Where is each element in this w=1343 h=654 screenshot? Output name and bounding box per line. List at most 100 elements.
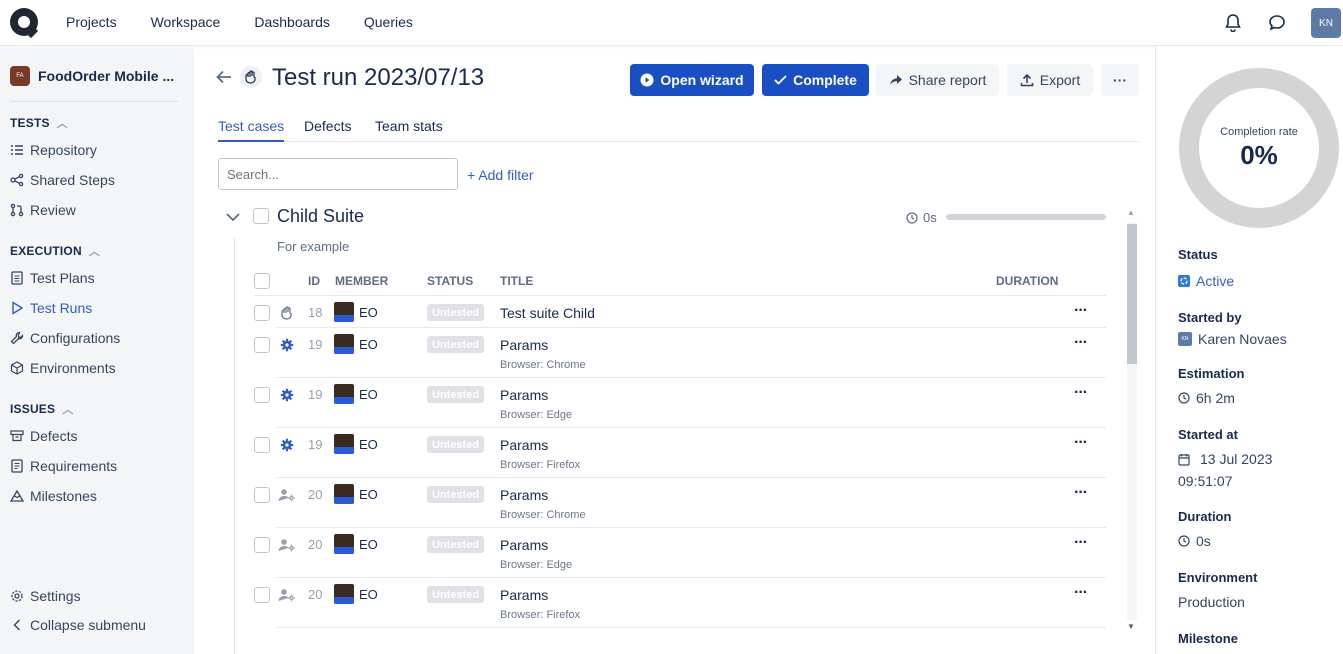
upload-icon xyxy=(1020,73,1034,87)
open-wizard-button[interactable]: Open wizard xyxy=(630,64,754,96)
tab-test-cases[interactable]: Test cases xyxy=(218,118,285,142)
row-more-button[interactable]: ··· xyxy=(1074,434,1088,452)
nav-workspace[interactable]: Workspace xyxy=(151,14,221,30)
member-initials: EO xyxy=(359,437,378,452)
suite-progress-bar xyxy=(946,214,1106,220)
sidebar-item-settings[interactable]: Settings xyxy=(10,588,81,604)
completion-donut: Completion rate 0% xyxy=(1179,68,1339,228)
table-row[interactable]: 20 EO Untested Params Browser: Firefox ··· xyxy=(254,578,1106,628)
table-row[interactable]: 20 EO Untested Params Browser: Chrome ··· xyxy=(254,478,1106,528)
case-title[interactable]: Params xyxy=(500,587,548,603)
row-more-button[interactable]: ··· xyxy=(1074,384,1088,402)
section-execution[interactable]: EXECUTION ︿ xyxy=(10,243,100,259)
gear-icon xyxy=(277,386,297,404)
sidebar-item-milestones[interactable]: Milestones xyxy=(10,488,97,504)
chevron-down-icon[interactable] xyxy=(226,209,240,225)
case-id: 20 xyxy=(308,587,323,602)
table-row[interactable]: 18 EO Untested Test suite Child ··· xyxy=(254,296,1106,328)
scroll-down-icon[interactable]: ▼ xyxy=(1127,622,1135,631)
header-status[interactable]: STATUS xyxy=(427,274,473,288)
scroll-up-icon[interactable]: ▲ xyxy=(1127,208,1135,217)
sidebar-item-configurations[interactable]: Configurations xyxy=(10,330,120,346)
chevron-up-icon: ︿ xyxy=(88,246,101,258)
add-filter-button[interactable]: + Add filter xyxy=(467,167,534,183)
case-title[interactable]: Params xyxy=(500,537,548,553)
row-more-button[interactable]: ··· xyxy=(1074,534,1088,552)
export-label: Export xyxy=(1039,72,1081,88)
sidebar-item-defects[interactable]: Defects xyxy=(10,428,77,444)
section-tests[interactable]: TESTS ︿ xyxy=(10,115,68,131)
row-more-button[interactable]: ··· xyxy=(1074,484,1088,502)
header-id[interactable]: ID xyxy=(308,274,320,288)
row-checkbox[interactable] xyxy=(254,437,270,453)
scrollbar-thumb[interactable] xyxy=(1127,224,1137,364)
tab-defects[interactable]: Defects xyxy=(304,118,351,140)
sidebar-item-shared-steps[interactable]: Shared Steps xyxy=(10,172,115,188)
nav-dashboards[interactable]: Dashboards xyxy=(254,14,330,30)
share-arrow-icon xyxy=(889,74,903,86)
app-logo[interactable] xyxy=(10,8,38,36)
export-button[interactable]: Export xyxy=(1007,64,1093,96)
play-icon xyxy=(10,301,24,315)
table-row[interactable]: 19 EO Untested Params Browser: Chrome ··· xyxy=(254,328,1106,378)
table-row[interactable]: 20 EO Untested Params Browser: Edge ··· xyxy=(254,528,1106,578)
case-title[interactable]: Params xyxy=(500,487,548,503)
sidebar-item-repository[interactable]: Repository xyxy=(10,142,97,158)
user-gear-icon xyxy=(277,486,297,504)
section-issues[interactable]: ISSUES ︿ xyxy=(10,401,73,417)
header-title[interactable]: TITLE xyxy=(500,274,533,288)
row-checkbox[interactable] xyxy=(254,537,270,553)
case-title[interactable]: Test suite Child xyxy=(500,305,595,321)
defect-icon xyxy=(10,429,24,443)
sidebar-item-review[interactable]: Review xyxy=(10,202,76,218)
header-duration[interactable]: DURATION xyxy=(996,274,1058,288)
row-checkbox[interactable] xyxy=(254,587,270,603)
sidebar-item-requirements[interactable]: Requirements xyxy=(10,458,117,474)
sidebar-item-environments[interactable]: Environments xyxy=(10,360,116,376)
user-avatar[interactable]: KN xyxy=(1311,8,1341,38)
project-selector[interactable]: FA FoodOrder Mobile ... xyxy=(10,66,174,86)
table-row[interactable]: 19 EO Untested Params Browser: Edge ··· xyxy=(254,378,1106,428)
row-checkbox[interactable] xyxy=(254,337,270,353)
nav-queries[interactable]: Queries xyxy=(364,14,413,30)
sidebar-item-label: Defects xyxy=(30,428,78,444)
case-title[interactable]: Params xyxy=(500,337,548,353)
search-input[interactable] xyxy=(218,158,458,190)
environment-label: Environment xyxy=(1178,570,1258,585)
nav-projects[interactable]: Projects xyxy=(66,14,117,30)
sidebar-item-test-plans[interactable]: Test Plans xyxy=(10,270,95,286)
member-avatar xyxy=(334,584,354,604)
completion-label: Completion rate xyxy=(1220,126,1298,138)
row-checkbox[interactable] xyxy=(254,387,270,403)
suite-checkbox[interactable] xyxy=(253,208,269,224)
table-row[interactable]: 19 EO Untested Params Browser: Firefox ··· xyxy=(254,428,1106,478)
more-options-button[interactable]: ··· xyxy=(1101,64,1139,96)
case-title[interactable]: Params xyxy=(500,387,548,403)
back-arrow-icon[interactable] xyxy=(216,68,232,89)
hand-icon xyxy=(277,304,297,322)
case-title[interactable]: Params xyxy=(500,437,548,453)
row-checkbox[interactable] xyxy=(254,487,270,503)
hand-icon xyxy=(240,66,262,88)
status-active-icon xyxy=(1178,275,1190,287)
sidebar-item-test-runs[interactable]: Test Runs xyxy=(10,300,92,316)
row-checkbox[interactable] xyxy=(254,305,270,321)
status-badge: Untested xyxy=(427,486,485,503)
bell-icon[interactable] xyxy=(1223,13,1243,33)
share-report-button[interactable]: Share report xyxy=(876,64,999,96)
select-all-checkbox[interactable] xyxy=(254,273,270,289)
tab-team-stats[interactable]: Team stats xyxy=(375,118,443,140)
suite-time-value: 0s xyxy=(923,210,937,225)
sidebar-item-label: Collapse submenu xyxy=(30,617,146,633)
started-by-label: Started by xyxy=(1178,310,1242,325)
row-more-button[interactable]: ··· xyxy=(1074,334,1088,352)
section-label: ISSUES xyxy=(10,402,56,416)
row-more-button[interactable]: ··· xyxy=(1074,584,1088,602)
started-by-name[interactable]: Karen Novaes xyxy=(1198,331,1287,347)
header-member[interactable]: MEMBER xyxy=(335,274,388,288)
collapse-submenu-button[interactable]: Collapse submenu xyxy=(10,617,146,633)
complete-button[interactable]: Complete xyxy=(762,64,869,96)
scrollbar[interactable]: ▲ ▼ xyxy=(1124,206,1138,634)
chat-icon[interactable] xyxy=(1267,13,1287,33)
row-more-button[interactable]: ··· xyxy=(1074,302,1088,320)
